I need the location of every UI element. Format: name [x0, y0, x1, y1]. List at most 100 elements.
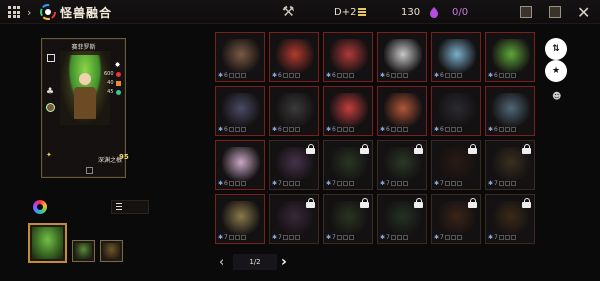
monster-cell[interactable]: ✱ 6 — [215, 140, 265, 190]
monster-portrait — [222, 93, 260, 127]
slot-box — [294, 127, 300, 132]
monster-cell[interactable]: ✱ 7 — [269, 194, 319, 244]
monster-portrait — [330, 93, 368, 127]
monster-cell[interactable]: ✱ 7 — [485, 194, 535, 244]
monster-level: 7 — [278, 234, 282, 241]
slot-box — [336, 181, 342, 186]
element-icon: ✱ — [434, 180, 440, 187]
monster-cell[interactable]: ✱ 6 — [323, 86, 373, 136]
stats-panel: ✸ 600 40 45 — [104, 61, 121, 97]
monster-cell[interactable]: ✱ 6 — [215, 32, 265, 82]
slot-box — [282, 235, 288, 240]
monster-cell[interactable]: ✱ 7 — [323, 194, 373, 244]
expand-icon[interactable] — [47, 54, 55, 62]
monster-level: 6 — [332, 126, 336, 133]
monster-cell[interactable]: ✱ 6 — [431, 32, 481, 82]
monster-cell[interactable]: ✱ 7 — [215, 194, 265, 244]
slot-box — [228, 235, 234, 240]
monster-cell[interactable]: ✱ 7 — [377, 194, 427, 244]
slot-box — [510, 127, 516, 132]
cell-footer: ✱ 6 — [380, 126, 408, 133]
stat-spd: 45 — [107, 89, 114, 95]
slot-box — [390, 235, 396, 240]
cell-footer: ✱ 7 — [272, 234, 300, 241]
element-icon: ✱ — [434, 234, 440, 241]
next-page-button[interactable]: › — [281, 254, 287, 270]
slot-box — [240, 235, 246, 240]
cell-footer: ✱ 6 — [218, 180, 246, 187]
monster-level: 6 — [224, 180, 228, 187]
monster-cell[interactable]: ✱ 6 — [377, 86, 427, 136]
slot-box — [450, 127, 456, 132]
prev-page-button[interactable]: ‹ — [219, 254, 224, 270]
sort-order-button[interactable]: ⇅ — [545, 38, 567, 60]
lock-icon — [414, 198, 423, 208]
slot-box — [240, 181, 246, 186]
slot-box — [348, 235, 354, 240]
monster-cell[interactable]: ✱ 7 — [431, 194, 481, 244]
slot-box — [294, 73, 300, 78]
selected-slot-2[interactable] — [72, 240, 95, 262]
cell-footer: ✱ 6 — [380, 72, 408, 79]
monster-cell[interactable]: ✱ 7 — [323, 140, 373, 190]
cell-footer: ✱ 7 — [434, 180, 462, 187]
close-icon[interactable]: ✕ — [577, 0, 590, 24]
monster-cell[interactable]: ✱ 6 — [269, 86, 319, 136]
info-icon[interactable] — [86, 167, 93, 174]
slot-box — [498, 235, 504, 240]
monster-cell[interactable]: ✱ 7 — [431, 140, 481, 190]
monster-head-icon[interactable]: ☻ — [552, 92, 562, 102]
monster-cell[interactable]: ✱ 6 — [377, 32, 427, 82]
slot-box — [450, 235, 456, 240]
cell-footer: ✱ 6 — [218, 72, 246, 79]
cell-footer: ✱ 7 — [488, 180, 516, 187]
monster-level: 6 — [278, 126, 282, 133]
slot-box — [234, 73, 240, 78]
element-icon: ✱ — [326, 126, 332, 133]
selected-slot-main[interactable] — [28, 223, 67, 263]
slot-box — [342, 235, 348, 240]
slot-box — [498, 127, 504, 132]
monster-level: 6 — [332, 72, 336, 79]
monster-cell[interactable]: ✱ 6 — [323, 32, 373, 82]
cards-icon[interactable] — [549, 0, 561, 24]
slot-box — [396, 73, 402, 78]
element-icon: ✱ — [434, 72, 440, 79]
cell-footer: ✱ 7 — [326, 234, 354, 241]
monster-level: 7 — [224, 234, 228, 241]
monster-portrait — [222, 39, 260, 73]
monster-cell[interactable]: ✱ 6 — [485, 32, 535, 82]
mushroom-icon: ♣ — [46, 87, 55, 97]
monster-level: 6 — [224, 126, 228, 133]
book-icon[interactable] — [520, 0, 532, 24]
sort-button[interactable] — [111, 200, 149, 214]
monster-portrait — [438, 93, 476, 127]
monster-cell[interactable]: ✱ 7 — [377, 140, 427, 190]
slot-box — [456, 73, 462, 78]
menu-grid-icon[interactable] — [6, 0, 22, 24]
slot-box — [228, 127, 234, 132]
selected-slot-3[interactable] — [100, 240, 123, 262]
slot-box — [288, 181, 294, 186]
page-indicator: 1/2 — [233, 254, 277, 270]
monster-cell[interactable]: ✱ 7 — [269, 140, 319, 190]
element-icon: ✱ — [380, 72, 386, 79]
element-icon: ✱ — [380, 234, 386, 241]
cell-footer: ✱ 7 — [380, 234, 408, 241]
slot-box — [342, 181, 348, 186]
monster-level: 7 — [494, 234, 498, 241]
element-icon: ✱ — [488, 234, 494, 241]
monster-cell[interactable]: ✱ 6 — [269, 32, 319, 82]
crossed-tools-icon[interactable]: ⚒ — [282, 0, 295, 24]
slot-box — [390, 181, 396, 186]
monster-cell[interactable]: ✱ 6 — [485, 86, 535, 136]
monster-cell[interactable]: ✱ 7 — [485, 140, 535, 190]
monster-cell[interactable]: ✱ 6 — [431, 86, 481, 136]
element-filter-icon[interactable] — [33, 200, 47, 214]
element-icon: ✱ — [380, 126, 386, 133]
star-filter-button[interactable]: ★ — [545, 60, 567, 82]
monster-cell[interactable]: ✱ 6 — [215, 86, 265, 136]
element-icon: ✱ — [272, 234, 278, 241]
gold-count: 130 — [401, 6, 421, 18]
monster-portrait — [222, 201, 260, 235]
